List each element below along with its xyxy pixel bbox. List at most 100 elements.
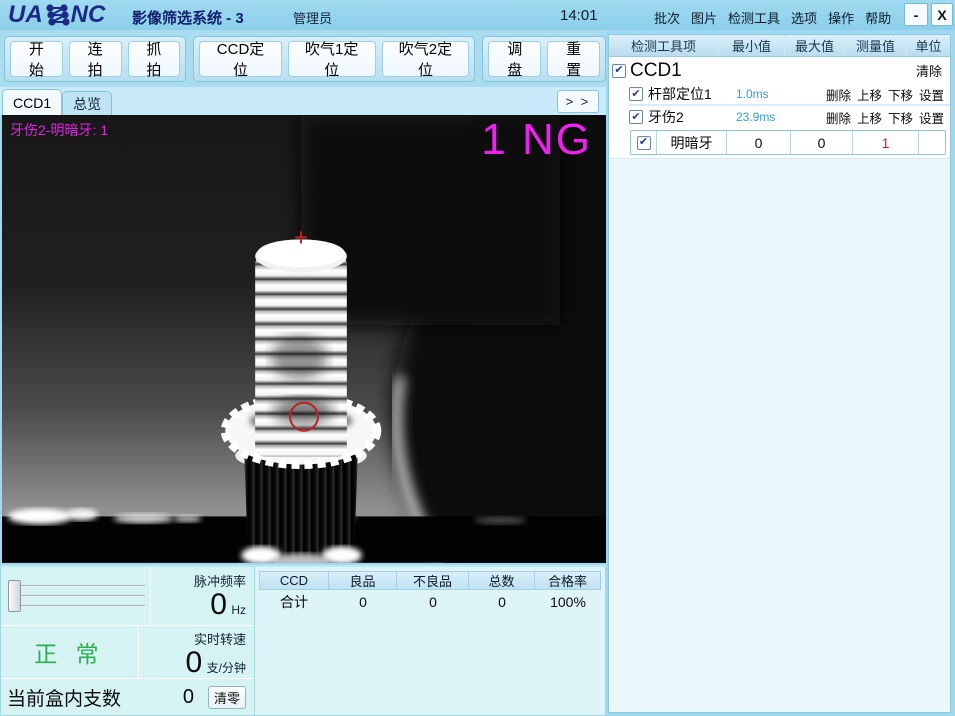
- slider-track: [11, 595, 145, 597]
- tool1-settings-link[interactable]: 设置: [919, 85, 944, 104]
- col-measured-value: 测量值: [845, 35, 907, 56]
- menu-operation[interactable]: 操作: [828, 8, 854, 27]
- expand-panel-button[interactable]: > >: [557, 90, 599, 113]
- tab-ccd1[interactable]: CCD1: [2, 89, 62, 115]
- tool1-delete-link[interactable]: 删除: [826, 85, 851, 104]
- machine-control-panel: 脉冲频率 0 Hz 正 常 实时转速 0 支/分钟: [0, 565, 255, 716]
- toolbar-group-capture: 开始 连拍 抓拍: [4, 36, 186, 82]
- snapshot-button[interactable]: 抓拍: [128, 41, 181, 77]
- tool1-move-down-link[interactable]: 下移: [888, 85, 913, 104]
- tool2-settings-link[interactable]: 设置: [919, 108, 944, 127]
- tool2-move-up-link[interactable]: 上移: [857, 108, 882, 127]
- clock: 14:01: [560, 7, 598, 24]
- tool2-checkbox[interactable]: ✔: [629, 110, 643, 124]
- production-stats-panel: CCD 良品 不良品 总数 合格率 合计 0 0 0 100%: [255, 565, 606, 716]
- overlay-defect-label: 牙伤2-明暗牙: 1: [10, 120, 108, 140]
- adjust-plate-button[interactable]: 调盘: [488, 41, 541, 77]
- ccd-position-button[interactable]: CCD定位: [199, 41, 282, 77]
- tool1-time: 1.0ms: [736, 87, 769, 101]
- stats-total-count: 0: [469, 590, 535, 614]
- continuous-shot-button[interactable]: 连拍: [69, 41, 122, 77]
- stats-table: CCD 良品 不良品 总数 合格率 合计 0 0 0 100%: [259, 571, 601, 614]
- stats-col-bad: 不良品: [397, 572, 469, 589]
- stats-col-ccd: CCD: [259, 572, 329, 589]
- box-count-section: 当前盒内支数 0 清零: [1, 678, 254, 715]
- tool-row-rod-position: ✔ 杆部定位1 1.0ms 删除 上移 下移 设置: [629, 84, 950, 106]
- tool1-move-up-link[interactable]: 上移: [857, 85, 882, 104]
- tab-overview[interactable]: 总览: [62, 91, 112, 115]
- stats-col-good: 良品: [329, 572, 397, 589]
- reset-button[interactable]: 重置: [547, 41, 600, 77]
- blow2-position-button[interactable]: 吹气2定位: [382, 41, 470, 77]
- menubar: 批次 图片 检测工具 选项 操作 帮助: [654, 8, 891, 27]
- stats-good-count: 0: [329, 590, 397, 614]
- tool-row-thread-damage: ✔ 牙伤2 23.9ms 删除 上移 下移 设置: [629, 106, 950, 128]
- slider-track: [11, 605, 145, 607]
- camera-image-view: 牙伤2-明暗牙: 1 1 NG: [0, 115, 606, 565]
- ccd1-checkbox[interactable]: ✔: [612, 64, 626, 78]
- machine-status-box: 正 常: [1, 626, 139, 678]
- inspection-tools-panel: 检测工具项 最小值 最大值 测量值 单位 ✔ CCD1 清除 ✔ 杆部定位1 1…: [608, 34, 951, 713]
- checkmark-icon: ✔: [631, 112, 640, 123]
- stats-pass-rate: 100%: [535, 590, 601, 614]
- titlebar: UA NC 影像筛选系统 - 3 管理员 14:01 批次 图片 检测工具 选项…: [0, 0, 955, 30]
- menu-inspection-tools[interactable]: 检测工具: [728, 8, 780, 27]
- tool2-move-down-link[interactable]: 下移: [888, 108, 913, 127]
- tools-panel-empty-area: [609, 158, 950, 712]
- view-tabbar: CCD1 总览 > >: [0, 87, 606, 115]
- measurement-min: 0: [727, 131, 791, 154]
- toolbar: 开始 连拍 抓拍 CCD定位 吹气1定位 吹气2定位 调盘 重置: [0, 30, 606, 87]
- col-unit: 单位: [907, 35, 950, 56]
- menu-batch[interactable]: 批次: [654, 8, 680, 27]
- ccd1-group-label: CCD1: [630, 60, 682, 82]
- tools-table-header: 检测工具项 最小值 最大值 测量值 单位: [609, 35, 950, 57]
- box-count-value: 0: [183, 686, 194, 709]
- stats-col-rate: 合格率: [535, 572, 601, 589]
- col-min-value: 最小值: [719, 35, 785, 56]
- toolbar-group-positioning: CCD定位 吹气1定位 吹气2定位: [193, 36, 475, 82]
- minimize-button[interactable]: -: [904, 3, 928, 26]
- clear-count-button[interactable]: 清零: [208, 686, 246, 709]
- current-user: 管理员: [293, 8, 332, 27]
- measurement-subrow: ✔ 明暗牙 0 0 1: [630, 130, 946, 155]
- stats-bad-count: 0: [397, 590, 469, 614]
- checkmark-icon: ✔: [614, 65, 623, 76]
- menu-options[interactable]: 选项: [791, 8, 817, 27]
- measurement-name: 明暗牙: [657, 131, 727, 154]
- ccd1-group-row: ✔ CCD1 清除: [609, 57, 950, 84]
- measurement-unit: [919, 131, 945, 154]
- tool2-delete-link[interactable]: 删除: [826, 108, 851, 127]
- pulse-frequency-label: 脉冲频率: [151, 571, 246, 590]
- start-button[interactable]: 开始: [10, 41, 63, 77]
- col-max-value: 最大值: [785, 35, 845, 56]
- slider-thumb[interactable]: [8, 580, 21, 612]
- app-logo: UA NC: [8, 1, 105, 29]
- pulse-frequency-section: 脉冲频率 0 Hz: [1, 567, 254, 625]
- tool2-time: 23.9ms: [736, 110, 775, 124]
- menu-help[interactable]: 帮助: [865, 8, 891, 27]
- menu-picture[interactable]: 图片: [691, 8, 717, 27]
- col-tool-item: 检测工具项: [609, 35, 719, 56]
- realtime-speed-value: 0: [186, 646, 203, 679]
- measurement-max: 0: [791, 131, 853, 154]
- toolbar-group-misc: 调盘 重置: [482, 36, 606, 82]
- pulse-frequency-value: 0: [210, 588, 227, 621]
- box-count-label: 当前盒内支数: [7, 684, 121, 711]
- stats-table-header: CCD 良品 不良品 总数 合格率: [259, 571, 601, 590]
- checkmark-icon: ✔: [631, 89, 640, 100]
- subrow-checkbox[interactable]: ✔: [637, 136, 651, 150]
- stats-col-total: 总数: [469, 572, 535, 589]
- measurement-value: 1: [853, 131, 919, 154]
- tool2-name: 牙伤2: [648, 107, 736, 127]
- stats-total-row: 合计 0 0 0 100%: [259, 590, 601, 614]
- tool1-name: 杆部定位1: [648, 84, 736, 104]
- blow1-position-button[interactable]: 吹气1定位: [288, 41, 376, 77]
- app-title: 影像筛选系统 - 3: [132, 7, 244, 28]
- pulse-frequency-slider[interactable]: [7, 575, 149, 617]
- tool1-checkbox[interactable]: ✔: [629, 87, 643, 101]
- clear-results-link[interactable]: 清除: [916, 61, 942, 80]
- realtime-speed-section: 实时转速 0 支/分钟: [139, 626, 254, 678]
- logo-molecule-icon: [44, 3, 70, 27]
- close-button[interactable]: X: [931, 3, 953, 26]
- machine-status: 正 常: [34, 635, 104, 669]
